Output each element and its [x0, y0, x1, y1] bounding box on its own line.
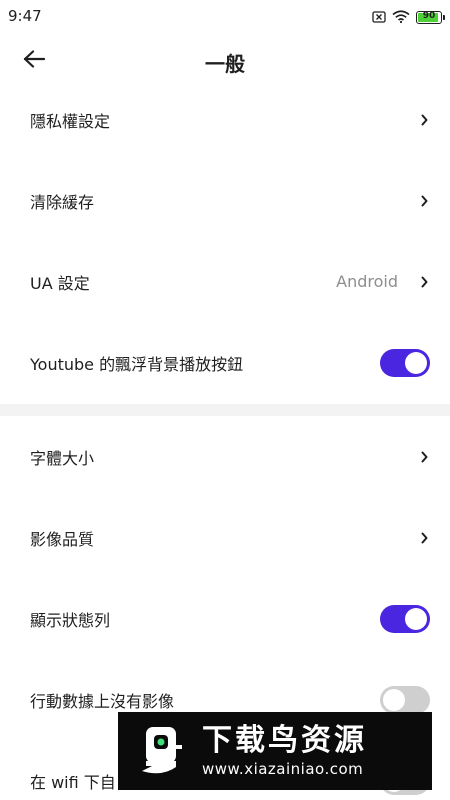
app-bar: 一般	[0, 38, 450, 84]
setting-label: UA 設定	[30, 273, 90, 293]
status-icons: 90	[372, 8, 445, 27]
setting-label: Youtube 的飄浮背景播放按鈕	[30, 354, 244, 374]
watermark-title: 下载鸟资源	[202, 723, 367, 758]
page-title: 一般	[205, 52, 245, 76]
bird-logo-icon	[132, 721, 192, 781]
setting-label: 清除緩存	[30, 192, 95, 212]
battery-level: 90	[422, 11, 436, 21]
status-time: 9:47	[8, 7, 42, 25]
setting-user-agent[interactable]: UA 設定 Android	[0, 241, 450, 322]
setting-show-status-bar: 顯示狀態列	[0, 578, 450, 659]
watermark-text: 下载鸟资源 www.xiazainiao.com	[202, 723, 367, 779]
setting-label: 影像品質	[30, 529, 95, 549]
section-divider	[0, 404, 450, 416]
chevron-right-icon	[418, 113, 430, 127]
chevron-right-icon	[418, 450, 430, 464]
setting-label: 隱私權設定	[30, 111, 111, 131]
setting-label: 行動數據上沒有影像	[30, 691, 175, 711]
setting-value: Android	[336, 272, 398, 291]
setting-clear-cache[interactable]: 清除緩存	[0, 160, 450, 241]
toggle-switch[interactable]	[380, 685, 430, 714]
status-bar: 9:47 90	[0, 0, 450, 32]
toggle-switch[interactable]	[380, 348, 430, 377]
wifi-icon	[392, 8, 410, 27]
setting-font-size[interactable]: 字體大小	[0, 416, 450, 497]
toggle-switch[interactable]	[380, 604, 430, 633]
setting-label: 顯示狀態列	[30, 610, 111, 630]
chevron-right-icon	[418, 194, 430, 208]
arrow-left-icon	[23, 50, 46, 72]
watermark-banner: 下载鸟资源 www.xiazainiao.com	[118, 712, 432, 790]
setting-image-quality[interactable]: 影像品質	[0, 497, 450, 578]
setting-youtube-floating-button: Youtube 的飄浮背景播放按鈕	[0, 322, 450, 403]
sim-off-icon	[372, 8, 386, 27]
watermark-url: www.xiazainiao.com	[202, 760, 364, 778]
setting-label: 字體大小	[30, 448, 95, 468]
chevron-right-icon	[418, 531, 430, 545]
chevron-right-icon	[418, 275, 430, 289]
battery-icon: 90	[416, 11, 445, 24]
back-button[interactable]	[18, 46, 50, 76]
setting-privacy[interactable]: 隱私權設定	[0, 79, 450, 160]
